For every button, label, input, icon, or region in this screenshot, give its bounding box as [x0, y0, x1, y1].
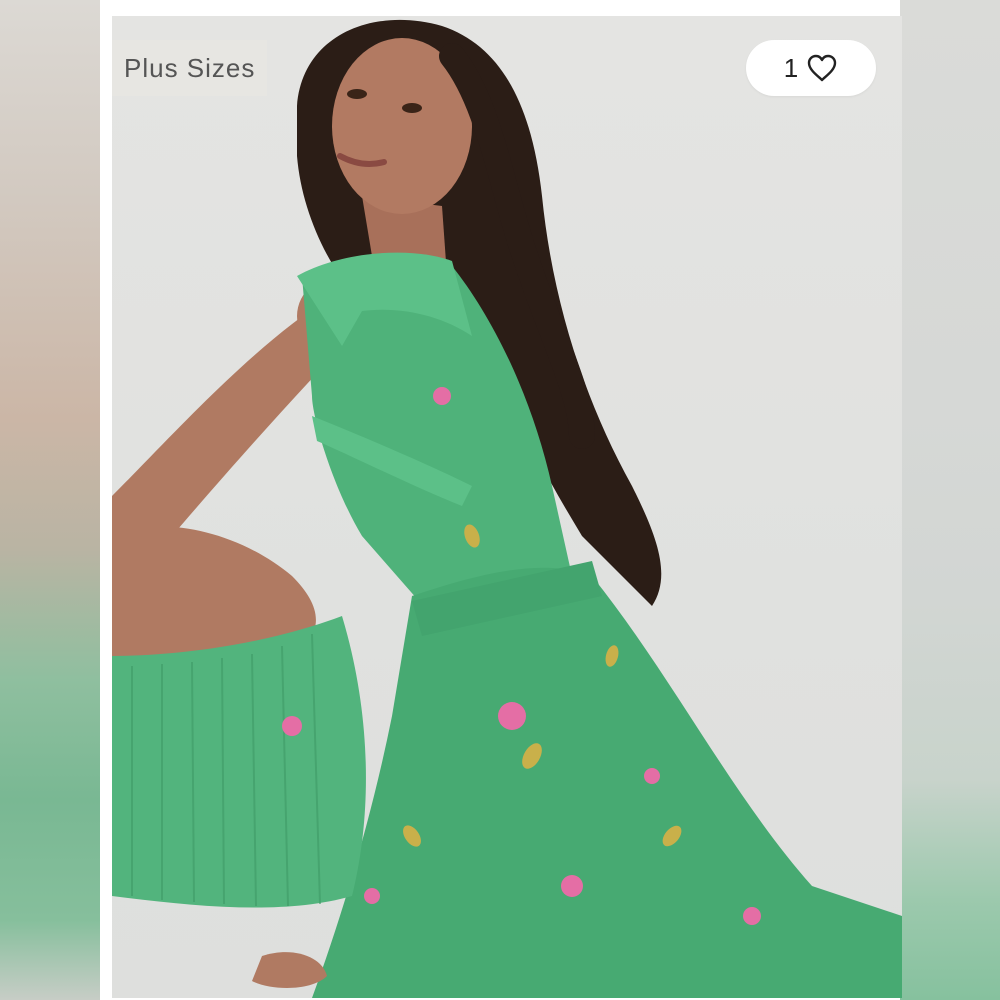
blurred-right-margin [900, 0, 1000, 1000]
like-count: 1 [783, 52, 799, 83]
product-image-frame: Plus Sizes 1 [0, 0, 1000, 1000]
model-illustration [112, 19, 902, 998]
product-photo[interactable] [112, 16, 902, 998]
heart-outline-icon [806, 53, 838, 83]
blurred-left-margin [0, 0, 100, 1000]
plus-sizes-badge: Plus Sizes [112, 40, 268, 96]
like-button[interactable]: 1 [746, 40, 876, 96]
